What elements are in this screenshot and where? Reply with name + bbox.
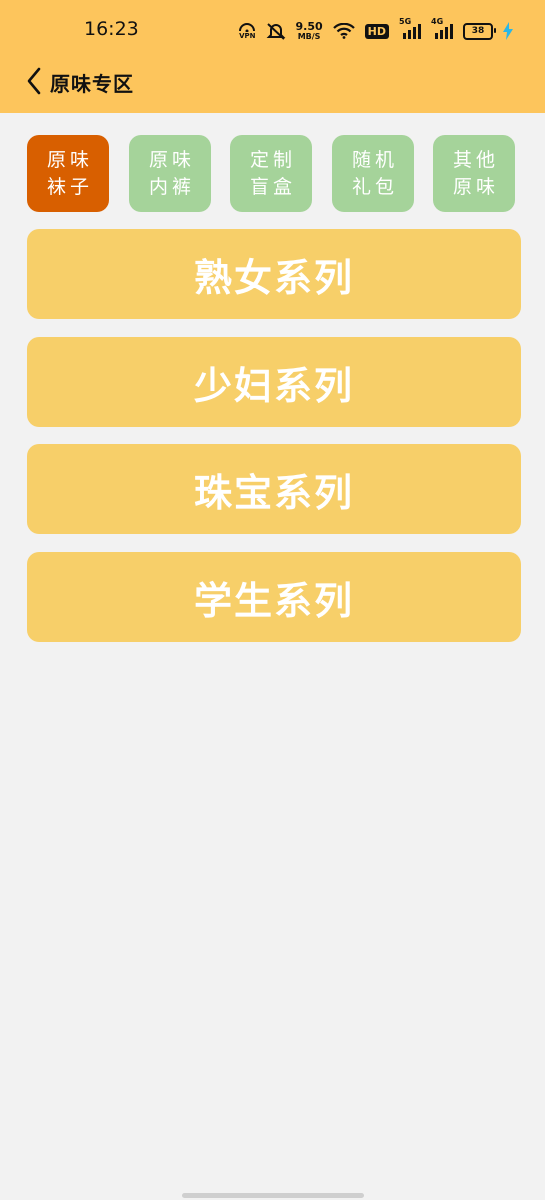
mute-bell-icon (266, 22, 286, 40)
charging-icon (503, 22, 513, 40)
hd-label: HD (367, 24, 386, 38)
status-bar: 16:23 VPN 9.50 MB/S HD 5G 4G 38 (0, 0, 545, 58)
series-label: 学生系列 (193, 578, 354, 623)
sim2-label: 4G (431, 17, 444, 26)
tab-label-line2: 原味 (452, 175, 499, 198)
app-header: 16:23 VPN 9.50 MB/S HD 5G 4G 38 原味专区 (0, 0, 545, 113)
tab-gift-pack[interactable]: 随机 礼包 (332, 135, 414, 212)
hd-voice-icon: HD (364, 23, 389, 39)
net-speed-value: 9.50 (295, 20, 323, 33)
series-label: 熟女系列 (193, 255, 354, 300)
status-icons: VPN 9.50 MB/S HD 5G 4G 38 (239, 17, 513, 43)
series-label: 少妇系列 (193, 363, 354, 408)
status-time: 16:23 (84, 18, 139, 40)
tab-socks[interactable]: 原味 袜子 (27, 135, 109, 212)
tab-label-line1: 其他 (452, 148, 499, 171)
series-button-jewelry[interactable]: 珠宝系列 (27, 444, 521, 534)
vpn-icon: VPN (239, 22, 256, 40)
series-label: 珠宝系列 (193, 470, 354, 515)
chevron-left-icon (27, 67, 41, 95)
tab-label-line1: 定制 (249, 148, 296, 171)
category-tabs: 原味 袜子 原味 内裤 定制 盲盒 随机 礼包 其他 原味 (27, 135, 517, 213)
tab-label-line2: 盲盒 (249, 175, 296, 198)
battery-level: 38 (463, 22, 496, 40)
wifi-icon (332, 23, 355, 39)
tab-other[interactable]: 其他 原味 (433, 135, 515, 212)
net-speed-unit: MB/S (297, 32, 321, 41)
signal-4g-icon: 4G (431, 17, 453, 40)
tab-label-line1: 原味 (46, 148, 93, 171)
series-button-student[interactable]: 学生系列 (27, 552, 521, 642)
tab-label-line1: 原味 (148, 148, 195, 171)
series-button-mature[interactable]: 熟女系列 (27, 229, 521, 319)
tab-label-line1: 随机 (351, 148, 398, 171)
tab-underwear[interactable]: 原味 内裤 (129, 135, 211, 212)
tab-label-line2: 礼包 (351, 175, 398, 198)
page-title: 原味专区 (50, 72, 134, 96)
tab-label-line2: 内裤 (148, 175, 195, 198)
tab-label-line2: 袜子 (46, 175, 93, 198)
nav-bar: 原味专区 (0, 58, 545, 106)
home-indicator[interactable] (182, 1193, 364, 1198)
vpn-label: VPN (239, 31, 256, 40)
net-speed: 9.50 MB/S (296, 21, 323, 41)
tab-blind-box[interactable]: 定制 盲盒 (230, 135, 312, 212)
back-button[interactable] (20, 66, 48, 96)
series-button-young-wife[interactable]: 少妇系列 (27, 337, 521, 427)
sim1-label: 5G (399, 17, 412, 26)
battery-icon: 38 (463, 22, 496, 40)
signal-5g-icon: 5G (399, 17, 421, 40)
